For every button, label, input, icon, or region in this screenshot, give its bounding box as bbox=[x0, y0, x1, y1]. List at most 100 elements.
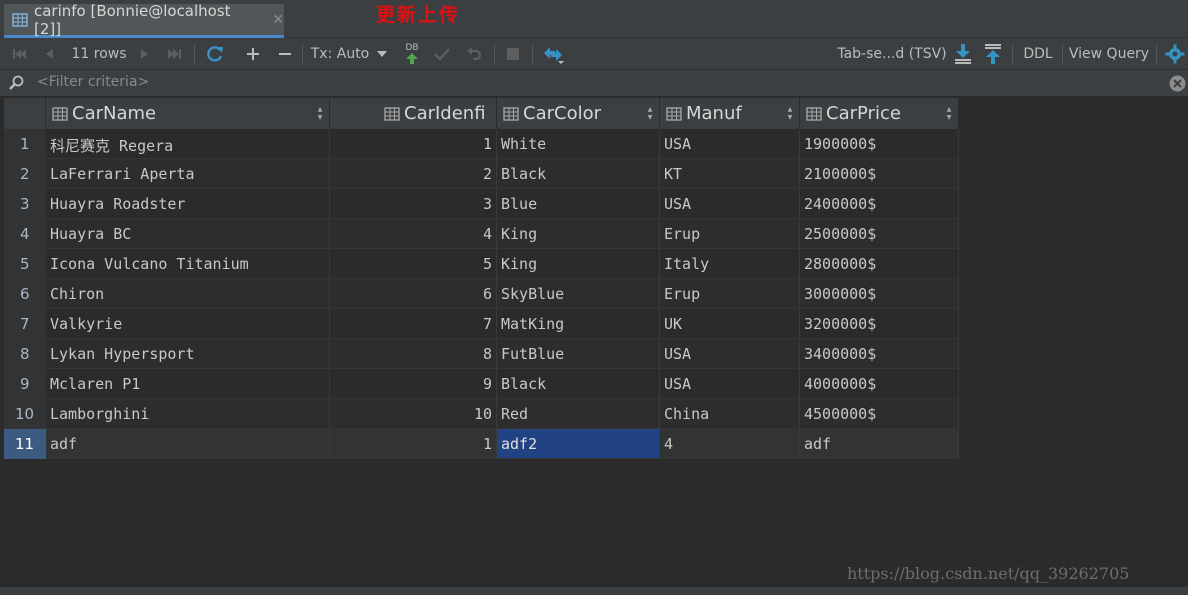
table-cell[interactable]: KT bbox=[660, 159, 800, 189]
transaction-mode-dropdown[interactable]: Tx: Auto bbox=[310, 38, 390, 70]
table-cell[interactable]: 3000000$ bbox=[800, 279, 959, 309]
ddl-button[interactable]: DDL bbox=[1018, 38, 1058, 70]
table-cell[interactable]: adf bbox=[46, 429, 330, 459]
sort-toggle-icon[interactable]: ▲ ▼ bbox=[645, 106, 655, 122]
table-cell[interactable]: 5 bbox=[330, 249, 497, 279]
table-cell[interactable]: USA bbox=[660, 189, 800, 219]
table-cell[interactable]: Erup bbox=[660, 219, 800, 249]
previous-page-button[interactable] bbox=[38, 38, 60, 70]
table-cell[interactable]: 2400000$ bbox=[800, 189, 959, 219]
table-cell[interactable]: King bbox=[497, 249, 660, 279]
row-number[interactable]: 8 bbox=[4, 339, 46, 369]
tab-close-icon[interactable]: ✕ bbox=[272, 12, 284, 28]
sort-toggle-icon[interactable]: ▲ ▼ bbox=[944, 106, 954, 122]
table-cell[interactable]: 科尼赛克 Regera bbox=[46, 129, 330, 159]
column-header[interactable]: Manuf ▲ ▼ bbox=[660, 98, 800, 129]
row-number[interactable]: 9 bbox=[4, 369, 46, 399]
table-cell[interactable]: 2 bbox=[330, 159, 497, 189]
table-cell[interactable]: Italy bbox=[660, 249, 800, 279]
table-cell[interactable]: USA bbox=[660, 339, 800, 369]
column-header[interactable]: ▲▼CarIdenfi bbox=[330, 98, 497, 129]
table-cell[interactable]: Icona Vulcano Titanium bbox=[46, 249, 330, 279]
import-button[interactable] bbox=[980, 38, 1006, 70]
table-cell[interactable]: 1900000$ bbox=[800, 129, 959, 159]
row-number[interactable]: 6 bbox=[4, 279, 46, 309]
table-cell[interactable]: Black bbox=[497, 159, 660, 189]
format-selector[interactable]: Tab-se...d (TSV) bbox=[837, 38, 947, 70]
table-cell[interactable]: Black bbox=[497, 369, 660, 399]
view-query-button[interactable]: View Query bbox=[1066, 38, 1152, 70]
commit-button[interactable] bbox=[430, 38, 454, 70]
table-cell[interactable]: 4 bbox=[330, 219, 497, 249]
table-cell[interactable]: 7 bbox=[330, 309, 497, 339]
table-cell[interactable]: adf2 bbox=[497, 429, 660, 459]
column-header[interactable]: CarName ▲ ▼ bbox=[46, 98, 330, 129]
next-page-button[interactable] bbox=[134, 38, 156, 70]
table-cell[interactable]: Huayra Roadster bbox=[46, 189, 330, 219]
table-cell[interactable]: 10 bbox=[330, 399, 497, 429]
first-page-button[interactable] bbox=[8, 38, 30, 70]
table-cell[interactable]: 4 bbox=[660, 429, 800, 459]
table-cell[interactable]: Lamborghini bbox=[46, 399, 330, 429]
table-cell[interactable]: USA bbox=[660, 369, 800, 399]
submit-changes-button[interactable]: DB bbox=[400, 38, 424, 70]
table-cell[interactable]: 3400000$ bbox=[800, 339, 959, 369]
table-cell[interactable]: Valkyrie bbox=[46, 309, 330, 339]
rollback-button[interactable] bbox=[462, 38, 486, 70]
row-number[interactable]: 11 bbox=[4, 429, 46, 459]
table-cell[interactable]: King bbox=[497, 219, 660, 249]
table-cell[interactable]: 6 bbox=[330, 279, 497, 309]
table-cell[interactable]: 2800000$ bbox=[800, 249, 959, 279]
table-cell[interactable]: 9 bbox=[330, 369, 497, 399]
table-cell[interactable]: UK bbox=[660, 309, 800, 339]
table-cell[interactable]: Erup bbox=[660, 279, 800, 309]
column-header[interactable]: CarPrice ▲ ▼ bbox=[800, 98, 959, 129]
refresh-button[interactable] bbox=[202, 38, 228, 70]
table-cell[interactable]: 4000000$ bbox=[800, 369, 959, 399]
row-number[interactable]: 3 bbox=[4, 189, 46, 219]
table-cell[interactable]: adf bbox=[800, 429, 959, 459]
row-number[interactable]: 4 bbox=[4, 219, 46, 249]
clear-filter-icon[interactable] bbox=[1169, 75, 1186, 92]
table-cell[interactable]: 2100000$ bbox=[800, 159, 959, 189]
export-button[interactable] bbox=[950, 38, 976, 70]
table-cell[interactable]: Mclaren P1 bbox=[46, 369, 330, 399]
row-number[interactable]: 2 bbox=[4, 159, 46, 189]
row-number[interactable]: 7 bbox=[4, 309, 46, 339]
table-cell[interactable]: SkyBlue bbox=[497, 279, 660, 309]
column-header[interactable]: CarColor ▲ ▼ bbox=[497, 98, 660, 129]
compare-button[interactable] bbox=[540, 38, 566, 70]
settings-button[interactable] bbox=[1162, 38, 1188, 70]
row-number[interactable]: 1 bbox=[4, 129, 46, 159]
sort-toggle-icon[interactable]: ▲ ▼ bbox=[785, 106, 795, 122]
tab-carinfo[interactable]: carinfo [Bonnie@localhost [2]] ✕ bbox=[4, 2, 284, 38]
table-cell[interactable]: 4500000$ bbox=[800, 399, 959, 429]
table-cell[interactable]: USA bbox=[660, 129, 800, 159]
row-count-selector[interactable]: 11 rows bbox=[68, 38, 130, 70]
table-cell[interactable]: 1 bbox=[330, 429, 497, 459]
table-cell[interactable]: Lykan Hypersport bbox=[46, 339, 330, 369]
row-number[interactable]: 10 bbox=[4, 399, 46, 429]
filter-criteria-input[interactable]: <Filter criteria> bbox=[37, 74, 149, 90]
row-number[interactable]: 5 bbox=[4, 249, 46, 279]
table-cell[interactable]: Huayra BC bbox=[46, 219, 330, 249]
table-cell[interactable]: Red bbox=[497, 399, 660, 429]
stop-button[interactable] bbox=[500, 38, 526, 70]
table-cell[interactable]: 3 bbox=[330, 189, 497, 219]
table-cell[interactable]: Chiron bbox=[46, 279, 330, 309]
sort-toggle-icon[interactable]: ▲ ▼ bbox=[315, 106, 325, 122]
table-cell[interactable]: China bbox=[660, 399, 800, 429]
table-cell[interactable]: 8 bbox=[330, 339, 497, 369]
table-cell[interactable]: MatKing bbox=[497, 309, 660, 339]
delete-row-button[interactable] bbox=[274, 38, 296, 70]
table-cell[interactable]: 3200000$ bbox=[800, 309, 959, 339]
format-label: Tab-se...d (TSV) bbox=[837, 46, 947, 62]
table-cell[interactable]: LaFerrari Aperta bbox=[46, 159, 330, 189]
table-cell[interactable]: FutBlue bbox=[497, 339, 660, 369]
add-row-button[interactable] bbox=[242, 38, 264, 70]
table-cell[interactable]: 2500000$ bbox=[800, 219, 959, 249]
table-cell[interactable]: White bbox=[497, 129, 660, 159]
last-page-button[interactable] bbox=[164, 38, 186, 70]
table-cell[interactable]: Blue bbox=[497, 189, 660, 219]
table-cell[interactable]: 1 bbox=[330, 129, 497, 159]
